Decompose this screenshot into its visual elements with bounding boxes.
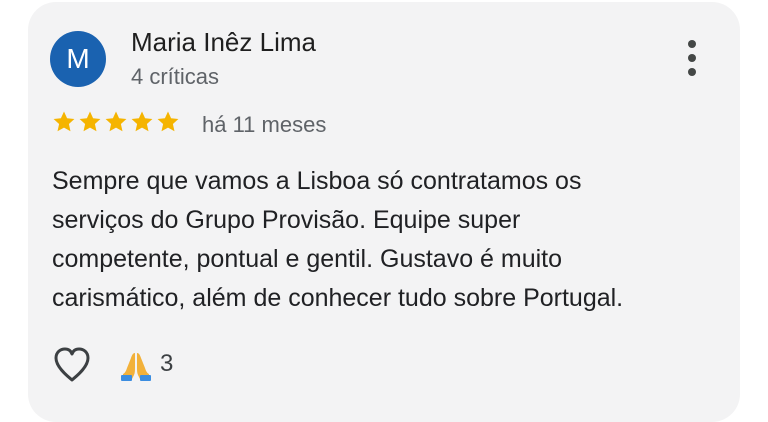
review-time: há 11 meses bbox=[202, 112, 327, 137]
star-icon bbox=[53, 111, 75, 132]
author-name[interactable]: Maria Inêz Lima bbox=[131, 27, 316, 58]
review-text-line: competente, pontual e gentil. Gustavo é … bbox=[52, 245, 563, 273]
folded-hands-icon[interactable] bbox=[120, 349, 152, 381]
review-text-line: carismático, além de conhecer tudo sobre… bbox=[52, 284, 624, 312]
star-icon bbox=[157, 111, 179, 132]
avatar[interactable]: M bbox=[50, 31, 106, 87]
star-icon bbox=[105, 111, 127, 132]
review-count: 4 críticas bbox=[131, 64, 220, 89]
star-rating bbox=[52, 110, 180, 138]
review-text-line: serviços do Grupo Provisão. Equipe super bbox=[52, 206, 521, 234]
star-icon bbox=[131, 111, 153, 132]
star-icon bbox=[79, 111, 101, 132]
review-text-line: Sempre que vamos a Lisboa só contratamos… bbox=[52, 167, 582, 195]
more-vert-icon[interactable] bbox=[680, 38, 704, 78]
reaction-count: 3 bbox=[160, 350, 174, 377]
review-text: Sempre que vamos a Lisboa só contratamos… bbox=[52, 162, 712, 318]
heart-icon[interactable] bbox=[52, 346, 92, 384]
